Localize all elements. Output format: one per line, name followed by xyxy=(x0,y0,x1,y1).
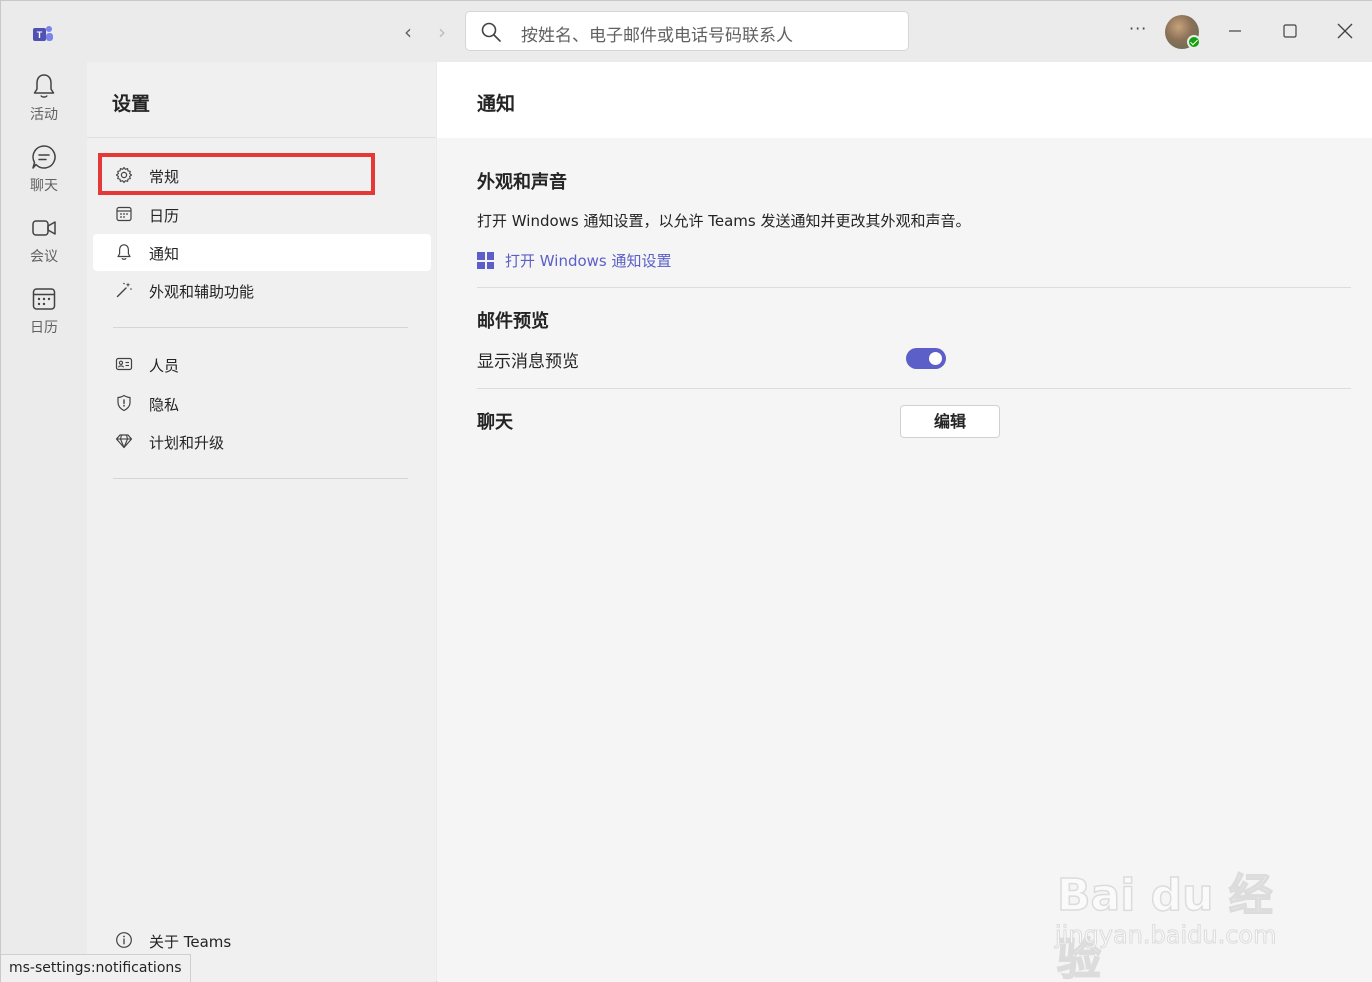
settings-item-label: 计划和升级 xyxy=(149,434,225,452)
calendar-icon xyxy=(116,206,132,222)
teams-window: T ‹ › 按姓名、电子邮件或电话号码联系人 ··· 活动 聊天 会议 日历 设… xyxy=(0,0,1372,982)
link-label: 打开 Windows 通知设置 xyxy=(505,252,672,270)
open-windows-notification-settings-link[interactable]: 打开 Windows 通知设置 xyxy=(477,250,672,271)
settings-item-label: 外观和辅助功能 xyxy=(149,283,255,301)
close-icon[interactable] xyxy=(1333,19,1357,43)
forward-icon[interactable]: › xyxy=(429,19,455,45)
teams-logo-icon[interactable]: T xyxy=(32,23,54,45)
settings-item-label: 通知 xyxy=(149,245,180,263)
appearance-description: 打开 Windows 通知设置，以允许 Teams 发送通知并更改其外观和声音。 xyxy=(477,212,971,230)
search-input[interactable]: 按姓名、电子邮件或电话号码联系人 xyxy=(465,11,909,51)
settings-item-label: 隐私 xyxy=(149,396,180,414)
page-title: 通知 xyxy=(477,93,516,115)
settings-pane: 设置 常规 日历 通知 外观和辅助功能 人员 隐私 计划和升级 关于 Teams xyxy=(87,62,436,982)
rail-label-calendar: 日历 xyxy=(30,320,58,336)
settings-item-label: 关于 Teams xyxy=(149,933,232,951)
chat-icon xyxy=(32,145,56,169)
shield-icon xyxy=(117,394,131,412)
settings-item-appearance[interactable]: 外观和辅助功能 xyxy=(93,272,431,309)
search-placeholder: 按姓名、电子邮件或电话号码联系人 xyxy=(521,26,793,46)
settings-item-calendar[interactable]: 日历 xyxy=(93,196,431,233)
minimize-icon[interactable] xyxy=(1223,19,1247,43)
settings-divider xyxy=(113,478,408,479)
status-url-tooltip: ms-settings:notifications xyxy=(1,954,191,982)
section-divider xyxy=(477,388,1351,389)
back-icon[interactable]: ‹ xyxy=(395,19,421,45)
search-icon xyxy=(481,22,501,42)
title-bar: T ‹ › 按姓名、电子邮件或电话号码联系人 ··· xyxy=(1,1,1372,62)
settings-header: 设置 xyxy=(87,62,436,138)
rail-item-chat[interactable]: 聊天 xyxy=(1,143,87,209)
rail-item-activity[interactable]: 活动 xyxy=(1,72,87,138)
watermark-url: jingyan.baidu.com xyxy=(1054,921,1277,950)
section-divider xyxy=(477,287,1351,288)
app-rail: 活动 聊天 会议 日历 xyxy=(1,62,87,982)
settings-item-plans[interactable]: 计划和升级 xyxy=(93,423,431,460)
magic-wand-icon xyxy=(116,282,132,298)
settings-item-notifications[interactable]: 通知 xyxy=(93,234,431,271)
section-title-chat: 聊天 xyxy=(477,412,513,433)
show-message-preview-toggle[interactable] xyxy=(906,348,946,369)
settings-item-people[interactable]: 人员 xyxy=(93,346,431,383)
svg-text:T: T xyxy=(37,30,43,40)
diamond-icon xyxy=(115,434,133,449)
bell-icon xyxy=(117,244,131,260)
settings-title: 设置 xyxy=(112,93,151,115)
section-title-appearance: 外观和声音 xyxy=(477,172,567,193)
info-icon xyxy=(116,932,132,948)
rail-label-meetings: 会议 xyxy=(30,249,58,265)
calendar-icon xyxy=(32,288,56,310)
presence-available-icon xyxy=(1187,35,1201,49)
baidu-watermark: Bai du 经验 jingyan.baidu.com xyxy=(1051,841,1311,982)
more-options-button[interactable]: ··· xyxy=(1129,19,1147,38)
show-message-preview-label: 显示消息预览 xyxy=(477,352,579,372)
rail-label-chat: 聊天 xyxy=(30,178,58,194)
rail-item-meetings[interactable]: 会议 xyxy=(1,214,87,280)
contact-card-icon xyxy=(115,357,133,371)
chat-edit-button[interactable]: 编辑 xyxy=(900,405,1000,438)
annotation-highlight-box xyxy=(98,153,375,195)
settings-item-label: 日历 xyxy=(149,207,180,225)
settings-item-label: 人员 xyxy=(149,357,180,375)
settings-divider xyxy=(113,327,408,328)
settings-item-privacy[interactable]: 隐私 xyxy=(93,385,431,422)
toggle-knob xyxy=(929,352,942,365)
windows-logo-icon xyxy=(477,252,494,269)
video-icon xyxy=(32,220,56,236)
section-title-email-preview: 邮件预览 xyxy=(477,311,549,332)
maximize-icon[interactable] xyxy=(1278,19,1302,43)
rail-label-activity: 活动 xyxy=(30,107,58,123)
bell-icon xyxy=(33,74,55,98)
content-header: 通知 xyxy=(437,62,1372,138)
rail-item-calendar[interactable]: 日历 xyxy=(1,285,87,351)
